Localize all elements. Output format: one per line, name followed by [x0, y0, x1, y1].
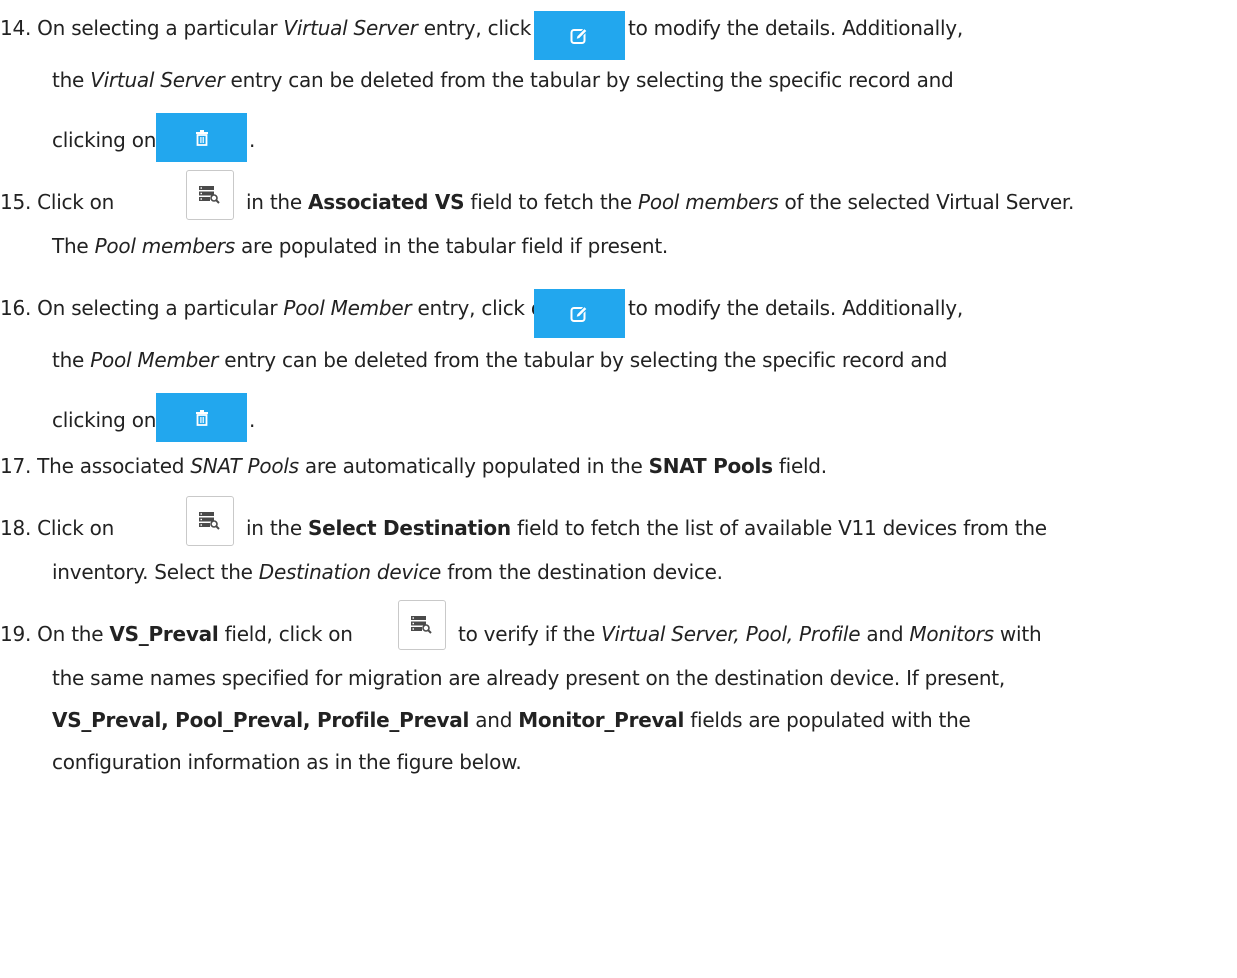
delete-button[interactable]	[156, 393, 247, 442]
step-15-line-1-cont: in the Associated VS field to fetch the …	[246, 188, 1074, 216]
text: fields are populated with the	[684, 708, 971, 732]
server-search-icon	[199, 186, 220, 204]
edit-icon	[570, 27, 588, 44]
text: .	[249, 408, 256, 432]
step-number: 16.	[0, 296, 32, 320]
text: to modify the details. Additionally,	[628, 296, 963, 320]
step-18-line-1: 18. Click on	[0, 514, 114, 542]
step-14-line-1-cont: to modify the details. Additionally,	[628, 14, 963, 42]
step-19-line-1-cont: to verify if the Virtual Server, Pool, P…	[458, 620, 1042, 648]
emphasis: Virtual Server	[283, 16, 418, 40]
text: field to fetch the	[464, 190, 639, 214]
text: to verify if the	[458, 622, 602, 646]
emphasis: Pool members	[638, 190, 779, 214]
field-name: Monitor_Preval	[518, 708, 685, 732]
server-search-icon	[411, 616, 432, 634]
fetch-button[interactable]	[186, 496, 234, 546]
text: with	[993, 622, 1042, 646]
emphasis: Destination device	[258, 560, 442, 584]
emphasis: Pool Member	[90, 348, 219, 372]
step-16-line-1-cont: to modify the details. Additionally,	[628, 294, 963, 322]
text: in the	[246, 190, 309, 214]
trash-icon	[194, 409, 209, 426]
delete-button[interactable]	[156, 113, 247, 162]
text: and	[469, 708, 519, 732]
text: field.	[772, 454, 827, 478]
text: inventory. Select the	[52, 560, 259, 584]
text: the	[52, 68, 91, 92]
text: clicking on	[52, 408, 157, 432]
step-number: 14.	[0, 16, 32, 40]
text: On selecting a particular	[37, 16, 284, 40]
edit-icon	[570, 305, 588, 322]
text: field to fetch the list of available V11…	[510, 516, 1047, 540]
field-name: SNAT Pools	[648, 454, 773, 478]
step-16-line-3: clicking on	[52, 406, 156, 434]
text: On the	[37, 622, 110, 646]
step-19-line-4: configuration information as in the figu…	[52, 748, 522, 776]
text: configuration information as in the figu…	[52, 750, 522, 774]
text: Click on	[37, 190, 115, 214]
step-17-line-1: 17. The associated SNAT Pools are automa…	[0, 452, 827, 480]
emphasis: Pool members	[94, 234, 236, 258]
edit-button[interactable]	[534, 289, 625, 338]
text: from the destination device.	[441, 560, 723, 584]
text: On selecting a particular	[37, 296, 284, 320]
text: to modify the details. Additionally,	[628, 16, 963, 40]
text: entry can be deleted from the tabular by…	[218, 348, 948, 372]
step-19-line-2: the same names specified for migration a…	[52, 664, 1005, 692]
step-14-line-1: 14. On selecting a particular Virtual Se…	[0, 14, 562, 42]
edit-button[interactable]	[534, 11, 625, 60]
text: the same names specified for migration a…	[52, 666, 1005, 690]
text: .	[249, 128, 256, 152]
text: in the	[246, 516, 309, 540]
step-14-line-2: the Virtual Server entry can be deleted …	[52, 66, 954, 94]
step-19-line-3: VS_Preval, Pool_Preval, Profile_Preval a…	[52, 706, 971, 734]
step-18-line-2: inventory. Select the Destination device…	[52, 558, 723, 586]
server-search-icon	[199, 512, 220, 530]
fetch-button[interactable]	[186, 170, 234, 220]
step-16-line-3-end: .	[249, 406, 255, 434]
emphasis: Monitors	[909, 622, 994, 646]
text: are populated in the tabular field if pr…	[234, 234, 669, 258]
text: field, click on	[218, 622, 353, 646]
field-name: Associated VS	[308, 190, 465, 214]
field-name: Select Destination	[308, 516, 511, 540]
step-number: 18.	[0, 516, 32, 540]
text: Click on	[37, 516, 115, 540]
text: clicking on	[52, 128, 157, 152]
text: and	[860, 622, 910, 646]
verify-button[interactable]	[398, 600, 446, 650]
emphasis: SNAT Pools	[190, 454, 299, 478]
field-name: VS_Preval	[109, 622, 219, 646]
text: The	[52, 234, 95, 258]
step-18-line-1-cont: in the Select Destination field to fetch…	[246, 514, 1047, 542]
step-number: 15.	[0, 190, 32, 214]
emphasis: Virtual Server	[90, 68, 225, 92]
emphasis: Pool Member	[283, 296, 412, 320]
trash-icon	[194, 129, 209, 146]
text: of the selected Virtual Server.	[778, 190, 1075, 214]
step-16-line-2: the Pool Member entry can be deleted fro…	[52, 346, 947, 374]
text: the	[52, 348, 91, 372]
step-14-line-3: clicking on	[52, 126, 156, 154]
step-19-line-1: 19. On the VS_Preval field, click on	[0, 620, 353, 648]
emphasis: Virtual Server, Pool, Profile	[601, 622, 861, 646]
step-16-line-1: 16. On selecting a particular Pool Membe…	[0, 294, 556, 322]
step-14-line-3-end: .	[249, 126, 255, 154]
step-number: 17.	[0, 454, 32, 478]
field-name: VS_Preval, Pool_Preval, Profile_Preval	[52, 708, 470, 732]
text: The associated	[37, 454, 191, 478]
step-15-line-1: 15. Click on	[0, 188, 114, 216]
text: entry can be deleted from the tabular by…	[224, 68, 954, 92]
text: are automatically populated in the	[298, 454, 649, 478]
step-number: 19.	[0, 622, 32, 646]
step-15-line-2: The Pool members are populated in the ta…	[52, 232, 668, 260]
